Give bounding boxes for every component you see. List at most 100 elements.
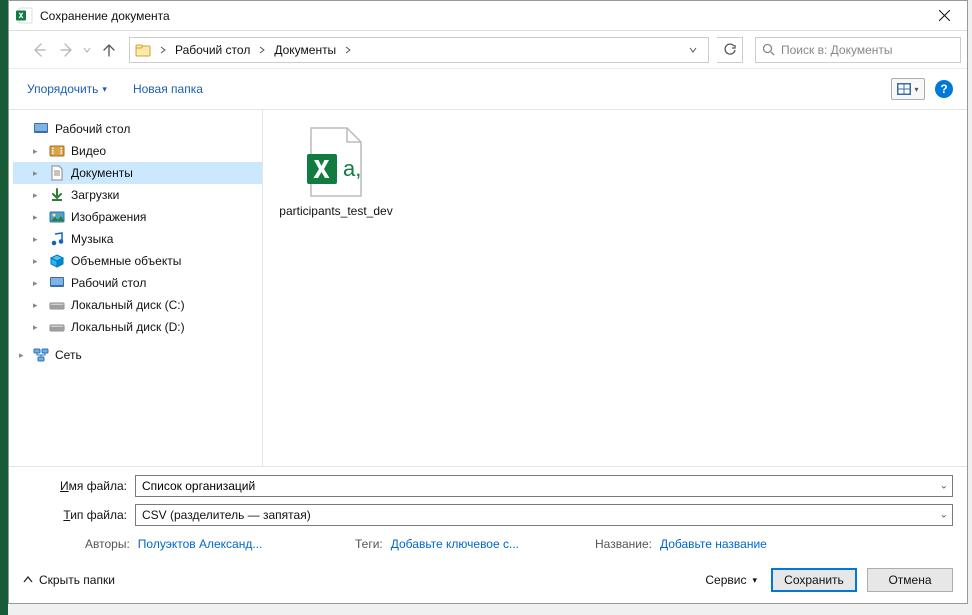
doc-title-value[interactable]: Добавьте название — [660, 537, 767, 551]
expand-icon[interactable]: ▸ — [33, 300, 45, 311]
expand-icon[interactable]: ▸ — [33, 278, 45, 289]
nav-tree: Рабочий стол ▸ Видео ▸ Документы ▸ Загрузки ▸И… — [9, 110, 263, 466]
tree-label: Объемные объекты — [71, 254, 181, 268]
tree-item[interactable]: ▸ Локальный диск (D:) — [13, 316, 262, 338]
chevron-down-icon: ▾ — [752, 575, 757, 586]
drive-icon — [49, 319, 65, 335]
search-input[interactable] — [781, 43, 954, 57]
new-folder-button[interactable]: Новая папка — [133, 82, 203, 96]
chevron-down-icon[interactable]: ⌄ — [940, 481, 948, 492]
tree-root-desktop[interactable]: Рабочий стол — [13, 118, 262, 140]
tree-item[interactable]: ▸Изображения — [13, 206, 262, 228]
document-icon — [49, 165, 65, 181]
tree-item[interactable]: ▸ Музыка — [13, 228, 262, 250]
tree-label: Музыка — [71, 232, 113, 246]
nav-up-button[interactable] — [97, 38, 121, 62]
expand-icon[interactable]: ▸ — [33, 234, 45, 245]
tree-label: Локальный диск (D:) — [71, 320, 185, 334]
close-icon — [939, 10, 950, 21]
music-icon — [49, 231, 65, 247]
command-bar: Упорядочить ▾ Новая папка ▾ ? — [9, 69, 967, 109]
breadcrumb-chevron[interactable] — [255, 46, 269, 54]
chevron-down-icon[interactable]: ⌄ — [940, 510, 948, 521]
chevron-down-icon: ▾ — [914, 85, 918, 94]
tree-item[interactable]: ▸ Видео — [13, 140, 262, 162]
arrow-right-icon — [59, 42, 75, 58]
search-box[interactable] — [755, 37, 961, 63]
chevron-down-icon: ▾ — [102, 84, 107, 95]
download-icon — [49, 187, 65, 203]
arrow-left-icon — [31, 42, 47, 58]
file-list[interactable]: a, participants_test_dev — [263, 110, 967, 466]
network-icon — [33, 347, 49, 363]
expand-icon[interactable]: ▸ — [33, 146, 45, 157]
chevron-down-icon — [83, 46, 91, 54]
filename-input[interactable] — [142, 479, 930, 493]
tree-label: Рабочий стол — [71, 276, 146, 290]
filetype-combobox[interactable]: CSV (разделитель — запятая) ⌄ — [135, 504, 953, 526]
tree-label: Видео — [71, 144, 106, 158]
view-mode-button[interactable]: ▾ — [891, 78, 925, 100]
close-button[interactable] — [921, 1, 967, 31]
breadcrumb-chevron[interactable] — [341, 46, 355, 54]
expand-icon[interactable]: ▸ — [33, 190, 45, 201]
expand-icon[interactable]: ▸ — [33, 168, 45, 179]
dialog-title: Сохранение документа — [40, 9, 921, 23]
filename-combobox[interactable]: ⌄ — [135, 475, 953, 497]
tree-item[interactable]: ▸ Документы — [13, 162, 262, 184]
tree-network[interactable]: ▸ Сеть — [13, 344, 262, 366]
organize-label: Упорядочить — [27, 82, 98, 96]
expand-icon[interactable]: ▸ — [19, 350, 31, 361]
filename-label: Имя файла: — [23, 479, 135, 493]
file-item[interactable]: a, participants_test_dev — [281, 124, 391, 220]
thumbnails-icon — [897, 83, 911, 95]
hide-folders-button[interactable]: Скрыть папки — [23, 573, 115, 587]
expand-icon[interactable]: ▸ — [33, 212, 45, 223]
desktop-icon — [33, 121, 49, 137]
breadcrumb-segment[interactable]: Документы — [269, 39, 341, 61]
search-icon — [762, 43, 775, 56]
titlebar: Сохранение документа — [9, 1, 967, 31]
nav-forward-button[interactable] — [55, 38, 79, 62]
navbar: Рабочий стол Документы — [9, 31, 967, 69]
tree-item[interactable]: ▸ Объемные объекты — [13, 250, 262, 272]
breadcrumb-chevron[interactable] — [156, 46, 170, 54]
tools-menu[interactable]: Сервис ▾ — [701, 573, 761, 587]
address-dropdown[interactable] — [682, 46, 704, 54]
address-bar[interactable]: Рабочий стол Документы — [129, 37, 709, 63]
expand-icon[interactable]: ▸ — [33, 256, 45, 267]
tools-label: Сервис — [705, 573, 746, 587]
action-row: Скрыть папки Сервис ▾ Сохранить Отмена — [9, 557, 967, 603]
metadata-row: Авторы: Полуэктов Александ... Теги: Доба… — [23, 533, 953, 557]
organize-menu[interactable]: Упорядочить ▾ — [23, 78, 111, 100]
help-button[interactable]: ? — [935, 80, 953, 98]
tree-item[interactable]: ▸ Локальный диск (C:) — [13, 294, 262, 316]
tags-value[interactable]: Добавьте ключевое с... — [391, 537, 519, 551]
expand-icon[interactable]: ▸ — [33, 322, 45, 333]
video-icon — [49, 143, 65, 159]
footer: Имя файла: ⌄ Тип файла: CSV (разделитель… — [9, 467, 967, 557]
tags-label: Теги: — [355, 537, 383, 551]
authors-label: Авторы: — [85, 537, 130, 551]
breadcrumb-segment[interactable]: Рабочий стол — [170, 39, 255, 61]
filetype-value: CSV (разделитель — запятая) — [142, 508, 311, 522]
excel-app-accent — [0, 0, 8, 615]
save-button[interactable]: Сохранить — [771, 568, 857, 592]
refresh-button[interactable] — [717, 37, 743, 63]
tree-label: Загрузки — [71, 188, 119, 202]
doc-title-label: Название: — [595, 537, 652, 551]
hide-folders-label: Скрыть папки — [39, 573, 115, 587]
tree-item[interactable]: ▸ Рабочий стол — [13, 272, 262, 294]
tree-label: Документы — [71, 166, 133, 180]
file-label: participants_test_dev — [279, 204, 392, 220]
csv-file-icon: a, — [301, 124, 371, 202]
arrow-up-icon — [101, 42, 117, 58]
nav-back-button[interactable] — [27, 38, 51, 62]
images-icon — [49, 209, 65, 225]
nav-recent-dropdown[interactable] — [83, 46, 93, 54]
cancel-button[interactable]: Отмена — [867, 568, 953, 592]
tree-label: Сеть — [55, 348, 82, 362]
authors-value[interactable]: Полуэктов Александ... — [138, 537, 263, 551]
tree-item[interactable]: ▸ Загрузки — [13, 184, 262, 206]
tree-label: Локальный диск (C:) — [71, 298, 185, 312]
